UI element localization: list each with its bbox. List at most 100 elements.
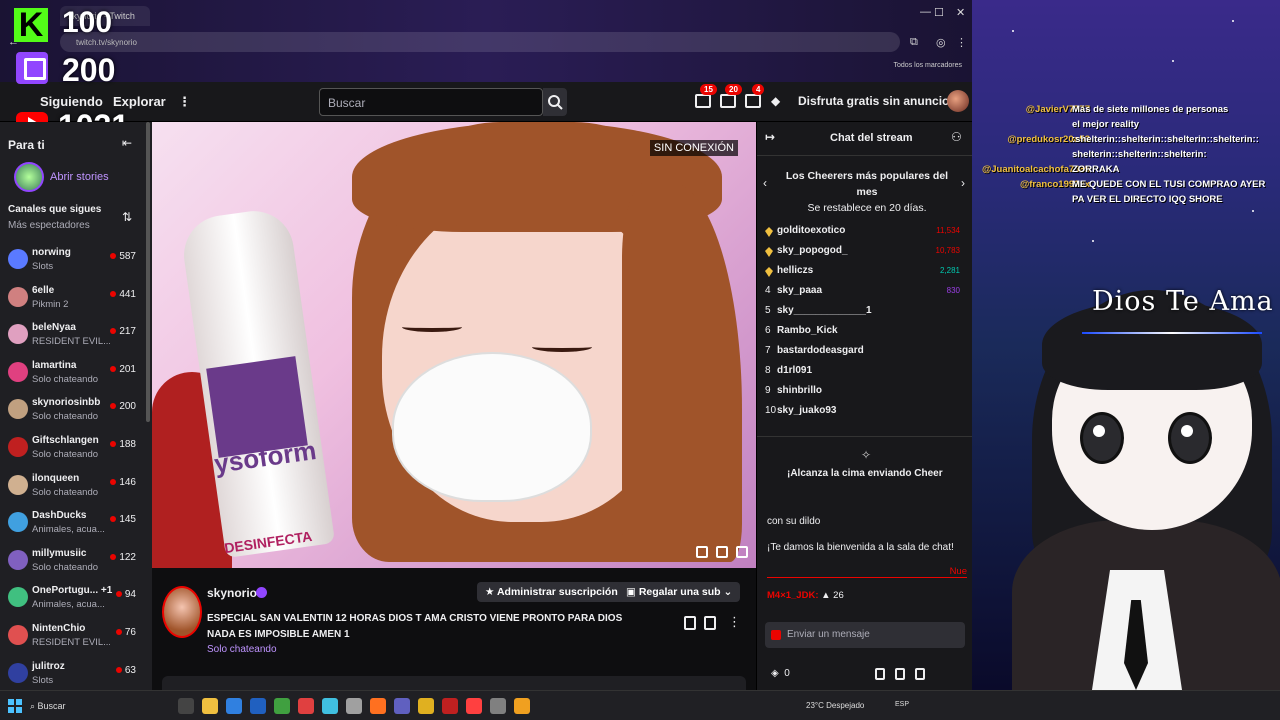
maximize-icon[interactable]: ☐ xyxy=(934,6,944,19)
edit-icon[interactable] xyxy=(684,616,696,630)
sort-icon[interactable]: ⇅ xyxy=(122,210,132,224)
nav-more-icon[interactable]: ⋮ xyxy=(178,94,191,110)
user-avatar[interactable] xyxy=(947,90,969,112)
viewer-count: 200 xyxy=(110,401,136,412)
chat-username[interactable]: M4×1_JDK: xyxy=(767,590,818,601)
windows-start-icon[interactable] xyxy=(8,699,22,713)
sidebar-channel[interactable]: lamartina Solo chateando 201 xyxy=(0,357,152,394)
stream-category[interactable]: Solo chateando xyxy=(207,644,277,655)
channel-points[interactable]: ◈ 0 xyxy=(771,668,790,679)
cheerer-row[interactable]: golditoexotico 11,534 xyxy=(763,222,968,242)
opera-icon[interactable] xyxy=(466,698,482,714)
crown-gem-icon xyxy=(765,267,773,277)
sidebar-channel[interactable]: OnePortugu... +1 Animales, acua... 94 xyxy=(0,582,152,619)
menu-icon[interactable]: ⋮ xyxy=(956,36,967,49)
channel-avatar xyxy=(8,361,28,382)
chrome-icon[interactable] xyxy=(418,698,434,714)
edge-icon[interactable] xyxy=(226,698,242,714)
sort-label: Más espectadores xyxy=(8,220,90,231)
stories-avatar xyxy=(14,162,44,192)
pen-icon[interactable] xyxy=(895,668,905,680)
minimize-icon[interactable]: — xyxy=(920,6,931,18)
chat-input[interactable]: Enviar un mensaje xyxy=(765,622,965,648)
channel-name[interactable]: skynorio xyxy=(207,586,257,600)
task-view-icon[interactable] xyxy=(178,698,194,714)
stories-label: Abrir stories xyxy=(50,171,109,183)
extensions-icon[interactable]: ⧉ xyxy=(910,36,918,49)
app-icon[interactable] xyxy=(322,698,338,714)
gift-sub-button[interactable]: ▣ Regalar una sub ⌄ xyxy=(618,582,741,602)
firefox-icon[interactable] xyxy=(370,698,386,714)
twitch-top-nav: Siguiendo Explorar ⋮ Buscar 15 20 4 ◆ Di… xyxy=(0,82,972,122)
weather-widget[interactable]: 23°C Despejado xyxy=(806,701,864,710)
sidebar-channel[interactable]: 6elle Pikmin 2 441 xyxy=(0,282,152,319)
moderation-icon[interactable] xyxy=(875,668,885,680)
bits-icon[interactable]: ◆ xyxy=(771,94,780,108)
sidebar-channel[interactable]: beleNyaa RESIDENT EVIL... 217 xyxy=(0,319,152,356)
cheer-prev-icon[interactable]: ‹ xyxy=(763,176,767,190)
share-icon[interactable] xyxy=(704,616,716,630)
sidebar-channel[interactable]: DashDucks Animales, acua... 145 xyxy=(0,507,152,544)
cheerer-row[interactable]: 4 sky_paaa 830 xyxy=(763,282,968,302)
new-messages-divider: Nue xyxy=(767,566,967,578)
stories-button[interactable]: Abrir stories xyxy=(8,162,148,194)
community-icon[interactable]: ⚇ xyxy=(951,130,962,144)
cheerer-row[interactable]: 9 shinbrillo xyxy=(763,382,968,402)
cheerer-row[interactable]: 7 bastardodeasgard xyxy=(763,342,968,362)
sidebar-channel[interactable]: NintenChio RESIDENT EVIL... 76 xyxy=(0,620,152,657)
cheerer-row[interactable]: 10 sky_juako93 xyxy=(763,402,968,422)
notifications-icon[interactable] xyxy=(720,94,736,108)
channel-game: Slots xyxy=(32,674,54,686)
video-player[interactable]: ysoform DESINFECTA SIN CONEXIÓN xyxy=(152,122,756,568)
bookmarks-folder[interactable]: Todos los marcadores xyxy=(894,62,962,69)
app-icon[interactable] xyxy=(346,698,362,714)
nav-explore[interactable]: Explorar xyxy=(113,94,166,109)
collapse-chat-icon[interactable]: ↦ xyxy=(765,130,775,144)
language-indicator[interactable]: ESP xyxy=(895,701,909,708)
channel-avatar[interactable] xyxy=(162,586,202,638)
file-explorer-icon[interactable] xyxy=(202,698,218,714)
app-icon[interactable] xyxy=(298,698,314,714)
sidebar-channel[interactable]: millymusiic Solo chateando 122 xyxy=(0,545,152,582)
channel-name: millymusiic xyxy=(32,547,87,559)
more-options-icon[interactable]: ⋮ xyxy=(728,614,741,630)
app-icon[interactable] xyxy=(442,698,458,714)
search-input[interactable]: Buscar xyxy=(319,88,543,116)
whispers-icon[interactable] xyxy=(745,94,761,108)
profile-icon[interactable]: ◎ xyxy=(936,36,946,49)
manage-subscription-button[interactable]: ★ Administrar suscripción xyxy=(477,582,626,602)
cheerer-name: d1rl091 xyxy=(777,365,813,376)
collapse-sidebar-icon[interactable]: ⇤ xyxy=(122,136,132,150)
channel-name: skynoriosinbb xyxy=(32,397,101,409)
app-icon[interactable] xyxy=(514,698,530,714)
clip-icon[interactable] xyxy=(716,546,728,558)
prime-loot-icon[interactable] xyxy=(695,94,711,108)
chat-settings-icon[interactable] xyxy=(915,668,925,680)
cheerer-row[interactable]: sky_popogod_ 10,783 xyxy=(763,242,968,262)
cheerer-row[interactable]: 8 d1rl091 xyxy=(763,362,968,382)
search-button[interactable] xyxy=(543,88,567,116)
settings-icon[interactable] xyxy=(696,546,708,558)
sidebar-channel[interactable]: norwing Slots 587 xyxy=(0,244,152,281)
url-bar[interactable]: twitch.tv/skynorio xyxy=(60,32,900,52)
app-icon[interactable] xyxy=(394,698,410,714)
sidebar-channel[interactable]: skynoriosinbb Solo chateando 200 xyxy=(0,394,152,431)
close-icon[interactable]: ✕ xyxy=(956,6,965,19)
sidebar-channel[interactable]: julitroz Slots 63 xyxy=(0,658,152,690)
cheerer-row[interactable]: 6 Rambo_Kick xyxy=(763,322,968,342)
cheer-next-icon[interactable]: › xyxy=(961,176,965,190)
sidebar-channel[interactable]: ilonqueen Solo chateando 146 xyxy=(0,470,152,507)
sidebar-scrollbar[interactable] xyxy=(146,122,150,422)
sidebar-channel[interactable]: Giftschlangen Solo chateando 188 xyxy=(0,432,152,469)
cheerer-row[interactable]: helliczs 2,281 xyxy=(763,262,968,282)
nav-following[interactable]: Siguiendo xyxy=(40,94,103,109)
cheerer-rank: 9 xyxy=(765,385,771,396)
app-icon[interactable] xyxy=(490,698,506,714)
app-icon[interactable] xyxy=(274,698,290,714)
turbo-button[interactable]: Disfruta gratis sin anuncios xyxy=(798,94,956,108)
character-eye-left xyxy=(402,322,462,332)
taskbar-search[interactable]: ⌕ Buscar xyxy=(30,701,66,712)
theater-mode-icon[interactable] xyxy=(736,546,748,558)
vscode-icon[interactable] xyxy=(250,698,266,714)
cheerer-row[interactable]: 5 sky_____________1 xyxy=(763,302,968,322)
